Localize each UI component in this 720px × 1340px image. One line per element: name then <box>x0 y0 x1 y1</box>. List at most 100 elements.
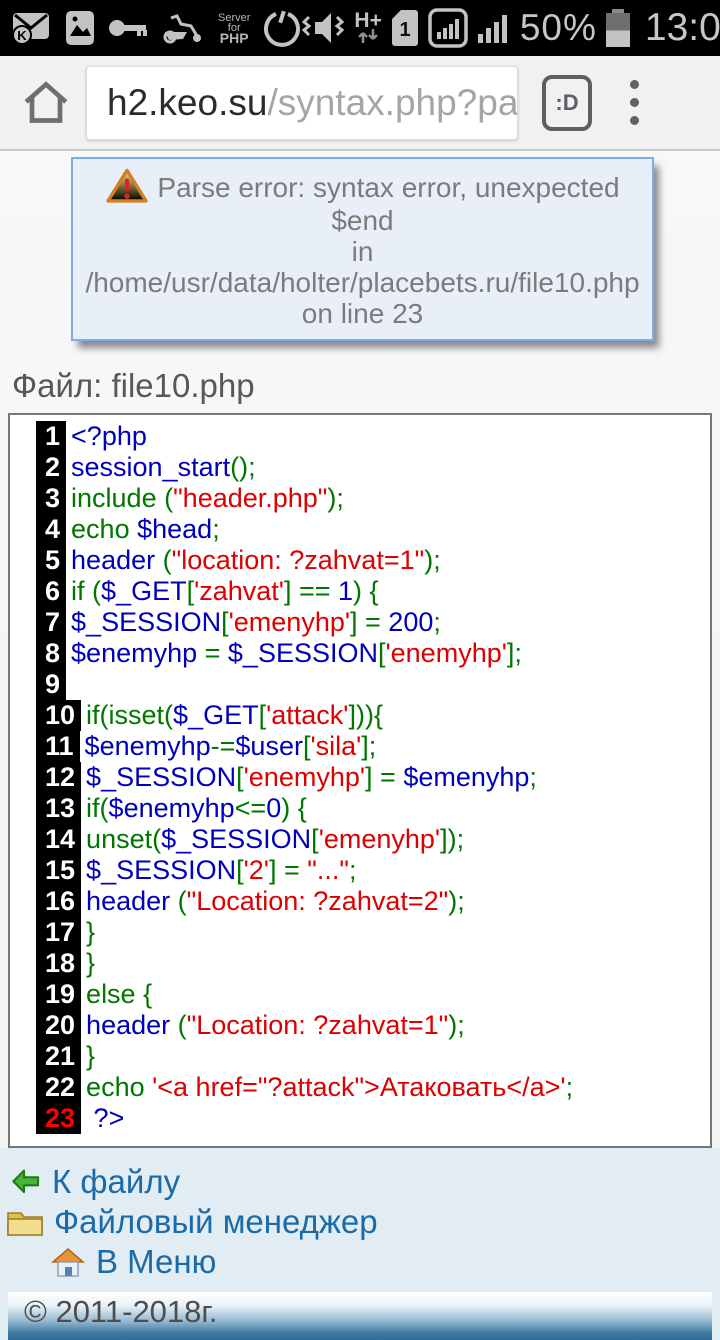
line-number: 6 <box>36 576 66 607</box>
line-number: 7 <box>36 607 66 638</box>
code-line: 19else { <box>36 979 706 1010</box>
browser-menu-button[interactable] <box>624 74 645 131</box>
code-text: unset($_SESSION['emenyhp']); <box>86 824 464 854</box>
code-line: 15$_SESSION['2'] = "..."; <box>36 855 706 886</box>
k-mail-icon: K <box>10 11 52 45</box>
back-arrow-icon <box>10 1166 42 1198</box>
line-number: 10 <box>36 700 81 731</box>
line-number: 14 <box>36 824 81 855</box>
line-number: 16 <box>36 886 81 917</box>
code-line: 21} <box>36 1041 706 1072</box>
code-line: 13if($enemyhp<=0) { <box>36 793 706 824</box>
code-line: 1<?php <box>36 421 706 452</box>
code-line: 4echo $head; <box>36 514 706 545</box>
code-text: if($enemyhp<=0) { <box>86 793 307 823</box>
code-text: $_SESSION['2'] = "..."; <box>86 855 356 885</box>
error-line-1: Parse error: syntax error, unexpected $e… <box>77 167 648 236</box>
mute-vibrate-icon <box>301 9 345 47</box>
status-bar-right: H+ 1 50% 13:08 <box>301 6 720 50</box>
link-to-menu[interactable]: В Меню <box>0 1242 720 1282</box>
file-label: Файл: file10.php <box>12 367 720 405</box>
line-number: 18 <box>36 948 81 979</box>
motorcycle-icon <box>161 12 205 44</box>
link-label: К файлу <box>52 1163 180 1201</box>
gallery-icon <box>65 10 95 46</box>
url-host: h2.keo.su <box>107 82 267 124</box>
line-number: 12 <box>36 762 81 793</box>
line-number: 21 <box>36 1041 81 1072</box>
browser-toolbar: h2.keo.su/syntax.php?patl :D <box>0 56 720 151</box>
kebab-dot <box>630 98 639 107</box>
code-line: 9 <box>36 669 706 700</box>
url-path: /syntax.php?patl <box>267 82 518 124</box>
code-line: 20header ("Location: ?zahvat=1"); <box>36 1010 706 1041</box>
code-text: $enemyhp = $_SESSION['enemyhp']; <box>71 638 522 668</box>
code-line: 6if ($_GET['zahvat'] == 1) { <box>36 576 706 607</box>
line-number: 20 <box>36 1010 81 1041</box>
signal-strength-icon <box>477 12 511 44</box>
home-menu-icon <box>50 1245 86 1279</box>
parse-error-box: Parse error: syntax error, unexpected $e… <box>71 157 654 341</box>
code-line: 2session_start(); <box>36 452 706 483</box>
kebab-dot <box>630 116 639 125</box>
page-content: Parse error: syntax error, unexpected $e… <box>0 151 720 1148</box>
error-line-3: /home/usr/data/holter/placebets.ru/file1… <box>77 267 648 298</box>
code-line: 8$enemyhp = $_SESSION['enemyhp']; <box>36 638 706 669</box>
code-line: 11$enemyhp-=$user['sila']; <box>36 731 706 762</box>
code-text: header ("Location: ?zahvat=1"); <box>86 1010 465 1040</box>
line-number: 23 <box>36 1103 81 1134</box>
code-line: 14unset($_SESSION['emenyhp']); <box>36 824 706 855</box>
code-line: 22echo '<a href="?attack">Атаковать</a>'… <box>36 1072 706 1103</box>
kebab-dot <box>630 80 639 89</box>
code-listing: 1<?php2session_start();3include ("header… <box>8 413 712 1148</box>
link-label: В Меню <box>96 1243 216 1281</box>
url-bar[interactable]: h2.keo.su/syntax.php?patl <box>86 66 518 140</box>
status-bar-left: K Server for PHP <box>10 9 301 47</box>
code-text: else { <box>86 979 152 1009</box>
line-number: 8 <box>36 638 66 669</box>
key-icon <box>108 17 148 39</box>
line-number: 4 <box>36 514 66 545</box>
code-line: 16header ("Location: ?zahvat=2"); <box>36 886 706 917</box>
code-text: session_start(); <box>71 452 256 482</box>
code-text: } <box>86 1041 95 1071</box>
code-text: } <box>86 948 95 978</box>
sim-number: 1 <box>399 19 410 41</box>
link-file-manager[interactable]: Файловый менеджер <box>0 1202 720 1242</box>
line-number: 19 <box>36 979 81 1010</box>
tab-switcher-label: :D <box>555 90 578 116</box>
code-text: $_SESSION['emenyhp'] = 200; <box>71 607 441 637</box>
hplus-updown-icon: H+ <box>354 13 381 43</box>
home-button[interactable] <box>14 75 78 131</box>
line-number: 17 <box>36 917 81 948</box>
copyright-bar: © 2011-2018г. <box>8 1292 712 1340</box>
code-text: echo $head; <box>71 514 220 544</box>
link-to-file[interactable]: К файлу <box>0 1162 720 1202</box>
line-number: 11 <box>36 731 80 762</box>
tab-switcher-button[interactable]: :D <box>542 75 592 131</box>
home-icon <box>18 75 74 131</box>
code-line: 3include ("header.php"); <box>36 483 706 514</box>
code-line: 7$_SESSION['emenyhp'] = 200; <box>36 607 706 638</box>
code-line: 23 ?> <box>36 1103 706 1134</box>
clock: 13:08 <box>645 6 720 50</box>
line-number: 13 <box>36 793 81 824</box>
code-text: echo '<a href="?attack">Атаковать</a>'; <box>86 1072 573 1102</box>
android-screen: K Server for PHP <box>0 0 720 1280</box>
code-line: 5header ("location: ?zahvat=1"); <box>36 545 706 576</box>
warning-icon <box>105 167 149 205</box>
battery-percent: 50% <box>520 7 597 49</box>
code-text: $_SESSION['enemyhp'] = $emenyhp; <box>86 762 537 792</box>
line-number: 5 <box>36 545 66 576</box>
error-line-2: in <box>77 236 648 267</box>
code-lines: 1<?php2session_start();3include ("header… <box>36 421 706 1134</box>
folder-icon <box>6 1206 44 1238</box>
code-text: if ($_GET['zahvat'] == 1) { <box>71 576 379 606</box>
line-number: 22 <box>36 1072 81 1103</box>
line-number: 9 <box>36 669 66 700</box>
status-bar: K Server for PHP <box>0 0 720 56</box>
battery-icon <box>606 9 630 47</box>
code-text: header ("location: ?zahvat=1"); <box>71 545 441 575</box>
copyright-text: © 2011-2018г. <box>24 1294 218 1330</box>
code-line: 17} <box>36 917 706 948</box>
